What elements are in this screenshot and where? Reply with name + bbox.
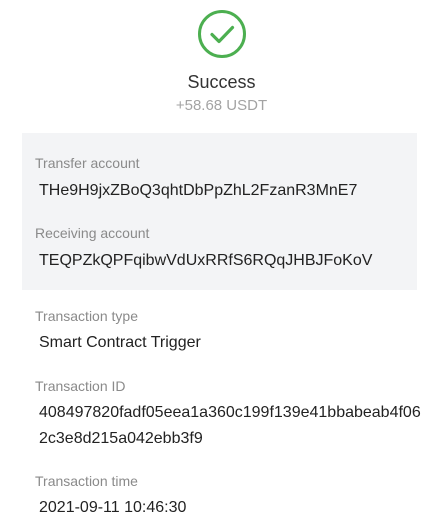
status-title: Success	[187, 72, 256, 92]
receiving-account-value: TEQPZkQPFqibwVdUxRRfS6RQqJHBJFoKoV	[39, 252, 373, 269]
check-circle-icon	[198, 10, 246, 58]
transaction-type-label: Transaction type	[35, 308, 138, 324]
transaction-time-value: 2021-09-11 10:46:30	[39, 499, 187, 516]
transaction-time-label: Transaction time	[35, 473, 138, 489]
receiving-account-label: Receiving account	[35, 225, 150, 241]
transaction-id-value: 408497820fadf05eea1a360c199f139e41bbabea…	[39, 404, 421, 447]
amount: +58.68 USDT	[175, 97, 268, 114]
transaction-type-value: Smart Contract Trigger	[39, 334, 201, 351]
transfer-account-label: Transfer account	[35, 155, 140, 171]
transaction-id-label: Transaction ID	[35, 378, 126, 394]
transfer-account-value: THe9H9jxZBoQ3qhtDbPpZhL2FzanR3MnE7	[39, 182, 358, 199]
